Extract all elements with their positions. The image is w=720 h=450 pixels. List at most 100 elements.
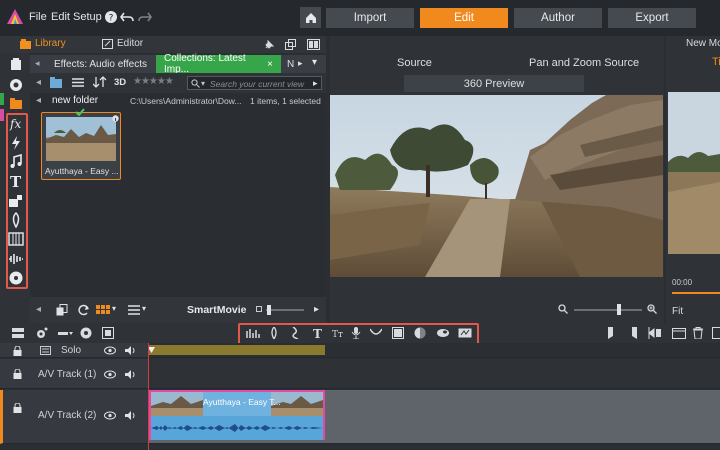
- snapshot-icon[interactable]: [672, 327, 686, 339]
- tab-export[interactable]: Export: [608, 8, 696, 28]
- zoom-in-icon[interactable]: [647, 304, 657, 314]
- editing-mode-icon[interactable]: [58, 327, 74, 339]
- timeline-tab[interactable]: Ti: [712, 56, 720, 68]
- eye-icon[interactable]: [104, 411, 116, 420]
- fit-dropdown[interactable]: Fit: [672, 306, 683, 317]
- library-clip-ayutthaya[interactable]: Ayutthaya - Easy ...: [41, 108, 121, 180]
- piano-icon[interactable]: [8, 231, 24, 247]
- scrubber-bar[interactable]: [672, 292, 720, 294]
- music-icon[interactable]: [8, 154, 24, 170]
- details-menu-icon[interactable]: [128, 305, 140, 315]
- tab-editor[interactable]: Editor: [102, 38, 143, 49]
- thumb-size-slider[interactable]: [266, 309, 304, 311]
- search-input[interactable]: Search your current view: [210, 79, 304, 89]
- eye-icon[interactable]: [104, 370, 116, 379]
- marker-left-icon[interactable]: [604, 327, 616, 339]
- audio-waveform: [151, 416, 323, 440]
- effects-icon[interactable]: fx: [8, 115, 24, 131]
- tab-author[interactable]: Author: [514, 8, 602, 28]
- gear-icon[interactable]: [36, 327, 48, 339]
- playhead-icon[interactable]: [148, 347, 155, 356]
- thumb-size-handle[interactable]: [267, 305, 271, 315]
- timeline-layout-icon[interactable]: [712, 327, 720, 339]
- new-movie-tab[interactable]: New Mo: [686, 38, 720, 49]
- speaker-icon[interactable]: [125, 345, 136, 356]
- search-box[interactable]: ▾ Search your current view ▸: [187, 76, 322, 90]
- info-icon[interactable]: [112, 115, 119, 122]
- details-dropdown-icon[interactable]: ▾: [142, 304, 146, 313]
- copy-to-icon[interactable]: [102, 327, 114, 339]
- home-button[interactable]: [300, 7, 321, 28]
- tab-import[interactable]: Import: [326, 8, 414, 28]
- timecode: 00:00: [672, 278, 693, 287]
- lock-icon[interactable]: [13, 403, 22, 413]
- speaker-icon[interactable]: [125, 369, 136, 380]
- collections-icon[interactable]: [8, 77, 24, 93]
- nav-back-icon[interactable]: ◂: [36, 77, 41, 88]
- trash-icon[interactable]: [692, 327, 704, 339]
- timeline-clip-ayutthaya[interactable]: Ayutthaya - Easy T...: [149, 390, 325, 440]
- category-strip: fx T: [0, 53, 30, 325]
- search-go-icon[interactable]: ▸: [313, 78, 318, 89]
- tab-scroll-right-icon[interactable]: ▸: [298, 58, 303, 69]
- tab-n[interactable]: N: [283, 55, 298, 73]
- folder-up-icon[interactable]: ◂: [36, 95, 41, 106]
- home-icon: [305, 12, 316, 23]
- track-settings-icon[interactable]: [12, 327, 24, 339]
- sort-icon[interactable]: [93, 76, 107, 88]
- layout-icon[interactable]: [307, 39, 320, 50]
- scroll-left-icon[interactable]: ◂: [36, 304, 41, 315]
- view-dropdown-icon[interactable]: ▾: [112, 304, 116, 313]
- titles-icon[interactable]: T: [8, 173, 24, 189]
- eye-icon[interactable]: [104, 346, 116, 355]
- transitions-icon[interactable]: [8, 135, 24, 151]
- tab-edit[interactable]: Edit: [420, 8, 508, 28]
- redo-icon[interactable]: [138, 10, 152, 24]
- undo-icon[interactable]: [120, 10, 134, 24]
- copy-icon[interactable]: [56, 304, 68, 316]
- refresh-icon[interactable]: [78, 304, 90, 316]
- split-icon[interactable]: [648, 327, 662, 339]
- project-bins-icon[interactable]: [8, 57, 24, 73]
- menus-icon[interactable]: [8, 212, 24, 228]
- close-tab-icon[interactable]: ×: [267, 59, 273, 70]
- audio-disc-icon[interactable]: [80, 327, 92, 339]
- pin-icon[interactable]: [264, 39, 275, 50]
- list-view-icon[interactable]: [72, 77, 84, 88]
- 360-preview-button[interactable]: 360 Preview: [404, 75, 584, 92]
- tab-scroll-left-icon[interactable]: ◂: [35, 58, 40, 69]
- tab-collections-latest[interactable]: Collections: Latest Imp... ×: [156, 53, 281, 75]
- lock-icon[interactable]: [13, 369, 22, 379]
- media-folder-icon[interactable]: [8, 96, 24, 112]
- scroll-right-icon[interactable]: ▸: [314, 304, 319, 315]
- menu-file[interactable]: File: [29, 11, 47, 23]
- rating-filter[interactable]: ★★★★★: [133, 76, 174, 87]
- zoom-out-icon[interactable]: [558, 304, 568, 314]
- folder-name: new folder: [52, 95, 99, 106]
- search-icon: [191, 79, 200, 88]
- menu-edit[interactable]: Edit: [51, 11, 70, 23]
- help-icon[interactable]: ?: [104, 10, 118, 24]
- tab-list-icon[interactable]: ▾: [312, 57, 317, 68]
- undock-icon[interactable]: [285, 39, 296, 50]
- playhead-line: [148, 343, 149, 450]
- tab-source[interactable]: Source: [397, 57, 432, 69]
- solo-range-bar[interactable]: [148, 345, 325, 355]
- zoom-slider-handle[interactable]: [617, 304, 621, 315]
- menu-setup[interactable]: Setup: [73, 11, 102, 23]
- smartmovie-button[interactable]: SmartMovie: [187, 304, 247, 316]
- sound-effects-icon[interactable]: [8, 251, 24, 267]
- speaker-icon[interactable]: [125, 410, 136, 421]
- marker-right-icon[interactable]: [628, 327, 640, 339]
- tab-library[interactable]: Library: [20, 38, 66, 49]
- folder-view-icon[interactable]: [50, 77, 62, 88]
- disc-icon[interactable]: [8, 270, 24, 286]
- lock-icon[interactable]: [13, 346, 22, 356]
- library-icon: [20, 38, 31, 49]
- thumbnail-view-icon[interactable]: [96, 305, 110, 315]
- tab-effects-audio[interactable]: Effects: Audio effects: [46, 55, 155, 73]
- tab-pan-zoom-source[interactable]: Pan and Zoom Source: [529, 57, 639, 69]
- montage-icon[interactable]: [8, 193, 24, 209]
- zoom-slider[interactable]: [574, 309, 642, 311]
- 3d-filter-button[interactable]: 3D: [114, 77, 126, 88]
